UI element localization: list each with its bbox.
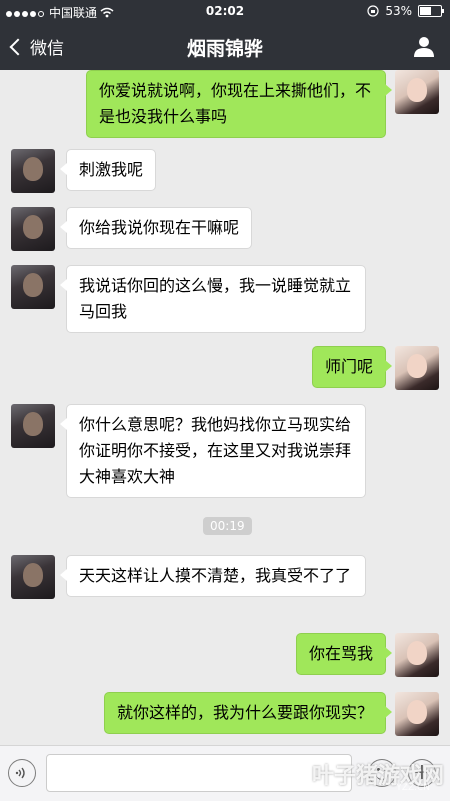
contact-avatar[interactable] [11,404,55,448]
self-avatar[interactable] [395,70,439,114]
battery-fill [420,7,431,15]
message-bubble-other[interactable]: 天天这样让人摸不清楚，我真受不了了 [60,555,366,597]
chat-area[interactable]: 你爱说就说啊，你现在上来撕他们，不是也没我什么事吗 刺激我呢 你给我说你现在干嘛… [0,70,450,745]
nav-bar: 微信 烟雨锦骅 [0,22,450,70]
message-bubble-other[interactable]: 刺激我呢 [59,149,157,191]
self-avatar[interactable] [395,692,439,736]
contact-avatar[interactable] [11,149,55,193]
chat-title: 烟雨锦骅 [186,38,263,60]
message-bubble-self[interactable]: 你在骂我 [295,633,393,675]
battery-percent: 53% [385,4,412,18]
status-right: 53% [367,4,444,18]
person-icon[interactable] [412,34,436,58]
message-bubble-other[interactable]: 你什么意思呢？我他妈找你立马现实给你证明你不接受，在这里又对我说崇拜大神喜欢大神 [60,404,366,498]
rotation-lock-icon [367,5,379,17]
self-avatar[interactable] [395,633,439,677]
contact-avatar[interactable] [11,207,55,251]
watermark-subtext: YZZ.CN [396,783,430,793]
message-bubble-self[interactable]: 师门呢 [311,346,393,388]
message-input[interactable] [46,754,352,792]
message-bubble-other[interactable]: 你给我说你现在干嘛呢 [59,207,253,249]
contact-avatar[interactable] [11,265,55,309]
message-bubble-self[interactable]: 你爱说就说啊，你现在上来撕他们，不是也没我什么事吗 [86,70,392,138]
self-avatar[interactable] [395,346,439,390]
voice-icon[interactable] [8,759,36,787]
message-bubble-self[interactable]: 就你这样的，我为什么要跟你现实？ [103,692,393,734]
status-bar: 中国联通 02:02 53% [0,0,450,22]
message-bubble-other[interactable]: 我说话你回的这么慢，我一说睡觉就立马回我 [60,265,366,333]
chat-timestamp: 00:19 [203,517,252,535]
battery-icon [418,5,444,17]
contact-avatar[interactable] [11,555,55,599]
